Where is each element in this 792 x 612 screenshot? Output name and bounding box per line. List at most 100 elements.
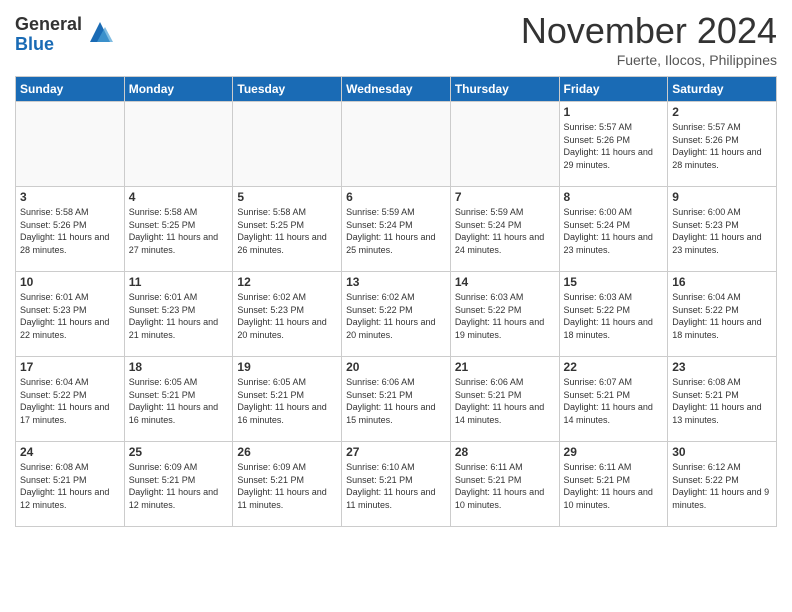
calendar-day-cell: 26 Sunrise: 6:09 AM Sunset: 5:21 PM Dayli… <box>233 442 342 527</box>
day-number: 8 <box>564 190 664 204</box>
day-info: Sunrise: 6:12 AM Sunset: 5:22 PM Dayligh… <box>672 461 772 511</box>
day-number: 11 <box>129 275 229 289</box>
calendar-day-cell: 30 Sunrise: 6:12 AM Sunset: 5:22 PM Dayli… <box>668 442 777 527</box>
col-wednesday: Wednesday <box>342 77 451 102</box>
day-number: 13 <box>346 275 446 289</box>
day-info: Sunrise: 5:58 AM Sunset: 5:25 PM Dayligh… <box>129 206 229 256</box>
day-number: 30 <box>672 445 772 459</box>
col-friday: Friday <box>559 77 668 102</box>
day-number: 23 <box>672 360 772 374</box>
day-info: Sunrise: 6:01 AM Sunset: 5:23 PM Dayligh… <box>129 291 229 341</box>
calendar-day-cell: 8Sunrise: 6:00 AM Sunset: 5:24 PM Daylig… <box>559 187 668 272</box>
col-tuesday: Tuesday <box>233 77 342 102</box>
day-number: 21 <box>455 360 555 374</box>
day-info: Sunrise: 6:07 AM Sunset: 5:21 PM Dayligh… <box>564 376 664 426</box>
day-info: Sunrise: 5:59 AM Sunset: 5:24 PM Dayligh… <box>455 206 555 256</box>
calendar-table: Sunday Monday Tuesday Wednesday Thursday… <box>15 76 777 527</box>
calendar-day-cell: 18 Sunrise: 6:05 AM Sunset: 5:21 PM Dayli… <box>124 357 233 442</box>
day-info: Sunrise: 6:06 AM Sunset: 5:21 PM Dayligh… <box>346 376 446 426</box>
calendar-day-cell: 29 Sunrise: 6:11 AM Sunset: 5:21 PM Dayli… <box>559 442 668 527</box>
header: General Blue November 2024 Fuerte, Iloco… <box>15 10 777 68</box>
day-number: 7 <box>455 190 555 204</box>
calendar-day-cell: 21 Sunrise: 6:06 AM Sunset: 5:21 PM Dayli… <box>450 357 559 442</box>
day-info: Sunrise: 5:59 AM Sunset: 5:24 PM Dayligh… <box>346 206 446 256</box>
day-number: 15 <box>564 275 664 289</box>
day-info: Sunrise: 6:06 AM Sunset: 5:21 PM Dayligh… <box>455 376 555 426</box>
calendar-day-cell <box>233 102 342 187</box>
day-number: 22 <box>564 360 664 374</box>
day-info: Sunrise: 6:08 AM Sunset: 5:21 PM Dayligh… <box>672 376 772 426</box>
calendar-day-cell: 4 Sunrise: 5:58 AM Sunset: 5:25 PM Daylig… <box>124 187 233 272</box>
calendar-header-row: Sunday Monday Tuesday Wednesday Thursday… <box>16 77 777 102</box>
day-number: 29 <box>564 445 664 459</box>
calendar-day-cell <box>16 102 125 187</box>
col-monday: Monday <box>124 77 233 102</box>
day-number: 26 <box>237 445 337 459</box>
day-number: 27 <box>346 445 446 459</box>
day-number: 25 <box>129 445 229 459</box>
day-number: 12 <box>237 275 337 289</box>
calendar-day-cell: 19Sunrise: 6:05 AM Sunset: 5:21 PM Dayli… <box>233 357 342 442</box>
calendar-day-cell: 9 Sunrise: 6:00 AM Sunset: 5:23 PM Daylig… <box>668 187 777 272</box>
day-number: 14 <box>455 275 555 289</box>
day-info: Sunrise: 6:04 AM Sunset: 5:22 PM Dayligh… <box>672 291 772 341</box>
calendar-day-cell: 14Sunrise: 6:03 AM Sunset: 5:22 PM Dayli… <box>450 272 559 357</box>
day-number: 9 <box>672 190 772 204</box>
day-number: 28 <box>455 445 555 459</box>
day-number: 18 <box>129 360 229 374</box>
day-number: 24 <box>20 445 120 459</box>
day-info: Sunrise: 6:01 AM Sunset: 5:23 PM Dayligh… <box>20 291 120 341</box>
calendar-week-row: 17Sunrise: 6:04 AM Sunset: 5:22 PM Dayli… <box>16 357 777 442</box>
calendar-day-cell: 2Sunrise: 5:57 AM Sunset: 5:26 PM Daylig… <box>668 102 777 187</box>
day-info: Sunrise: 6:10 AM Sunset: 5:21 PM Dayligh… <box>346 461 446 511</box>
day-number: 6 <box>346 190 446 204</box>
calendar-week-row: 3Sunrise: 5:58 AM Sunset: 5:26 PM Daylig… <box>16 187 777 272</box>
day-info: Sunrise: 6:02 AM Sunset: 5:22 PM Dayligh… <box>346 291 446 341</box>
day-number: 17 <box>20 360 120 374</box>
calendar-day-cell: 15Sunrise: 6:03 AM Sunset: 5:22 PM Dayli… <box>559 272 668 357</box>
day-number: 3 <box>20 190 120 204</box>
day-number: 2 <box>672 105 772 119</box>
logo-icon <box>85 17 115 47</box>
logo-text: General Blue <box>15 15 82 55</box>
day-info: Sunrise: 6:05 AM Sunset: 5:21 PM Dayligh… <box>129 376 229 426</box>
day-info: Sunrise: 6:09 AM Sunset: 5:21 PM Dayligh… <box>237 461 337 511</box>
page-container: General Blue November 2024 Fuerte, Iloco… <box>0 0 792 537</box>
logo: General Blue <box>15 15 115 55</box>
calendar-day-cell: 25Sunrise: 6:09 AM Sunset: 5:21 PM Dayli… <box>124 442 233 527</box>
day-number: 10 <box>20 275 120 289</box>
day-number: 20 <box>346 360 446 374</box>
day-info: Sunrise: 5:58 AM Sunset: 5:25 PM Dayligh… <box>237 206 337 256</box>
calendar-day-cell: 22 Sunrise: 6:07 AM Sunset: 5:21 PM Dayli… <box>559 357 668 442</box>
month-title: November 2024 <box>521 10 777 52</box>
day-number: 19 <box>237 360 337 374</box>
calendar-week-row: 10 Sunrise: 6:01 AM Sunset: 5:23 PM Dayli… <box>16 272 777 357</box>
day-info: Sunrise: 6:00 AM Sunset: 5:23 PM Dayligh… <box>672 206 772 256</box>
calendar-day-cell: 6 Sunrise: 5:59 AM Sunset: 5:24 PM Daylig… <box>342 187 451 272</box>
calendar-day-cell: 7 Sunrise: 5:59 AM Sunset: 5:24 PM Daylig… <box>450 187 559 272</box>
calendar-week-row: 1Sunrise: 5:57 AM Sunset: 5:26 PM Daylig… <box>16 102 777 187</box>
col-sunday: Sunday <box>16 77 125 102</box>
day-number: 1 <box>564 105 664 119</box>
col-saturday: Saturday <box>668 77 777 102</box>
day-info: Sunrise: 6:08 AM Sunset: 5:21 PM Dayligh… <box>20 461 120 511</box>
calendar-day-cell: 23 Sunrise: 6:08 AM Sunset: 5:21 PM Dayli… <box>668 357 777 442</box>
logo-general: General <box>15 15 82 35</box>
calendar-day-cell <box>450 102 559 187</box>
calendar-day-cell: 20 Sunrise: 6:06 AM Sunset: 5:21 PM Dayli… <box>342 357 451 442</box>
day-number: 5 <box>237 190 337 204</box>
calendar-day-cell: 28Sunrise: 6:11 AM Sunset: 5:21 PM Dayli… <box>450 442 559 527</box>
calendar-day-cell <box>124 102 233 187</box>
calendar-day-cell: 17Sunrise: 6:04 AM Sunset: 5:22 PM Dayli… <box>16 357 125 442</box>
day-number: 16 <box>672 275 772 289</box>
calendar-day-cell: 10 Sunrise: 6:01 AM Sunset: 5:23 PM Dayli… <box>16 272 125 357</box>
calendar-day-cell: 3Sunrise: 5:58 AM Sunset: 5:26 PM Daylig… <box>16 187 125 272</box>
calendar-day-cell: 11 Sunrise: 6:01 AM Sunset: 5:23 PM Dayli… <box>124 272 233 357</box>
calendar-day-cell: 5 Sunrise: 5:58 AM Sunset: 5:25 PM Daylig… <box>233 187 342 272</box>
calendar-day-cell: 13 Sunrise: 6:02 AM Sunset: 5:22 PM Dayli… <box>342 272 451 357</box>
day-number: 4 <box>129 190 229 204</box>
day-info: Sunrise: 6:11 AM Sunset: 5:21 PM Dayligh… <box>564 461 664 511</box>
col-thursday: Thursday <box>450 77 559 102</box>
calendar-day-cell: 1Sunrise: 5:57 AM Sunset: 5:26 PM Daylig… <box>559 102 668 187</box>
title-block: November 2024 Fuerte, Ilocos, Philippine… <box>521 10 777 68</box>
